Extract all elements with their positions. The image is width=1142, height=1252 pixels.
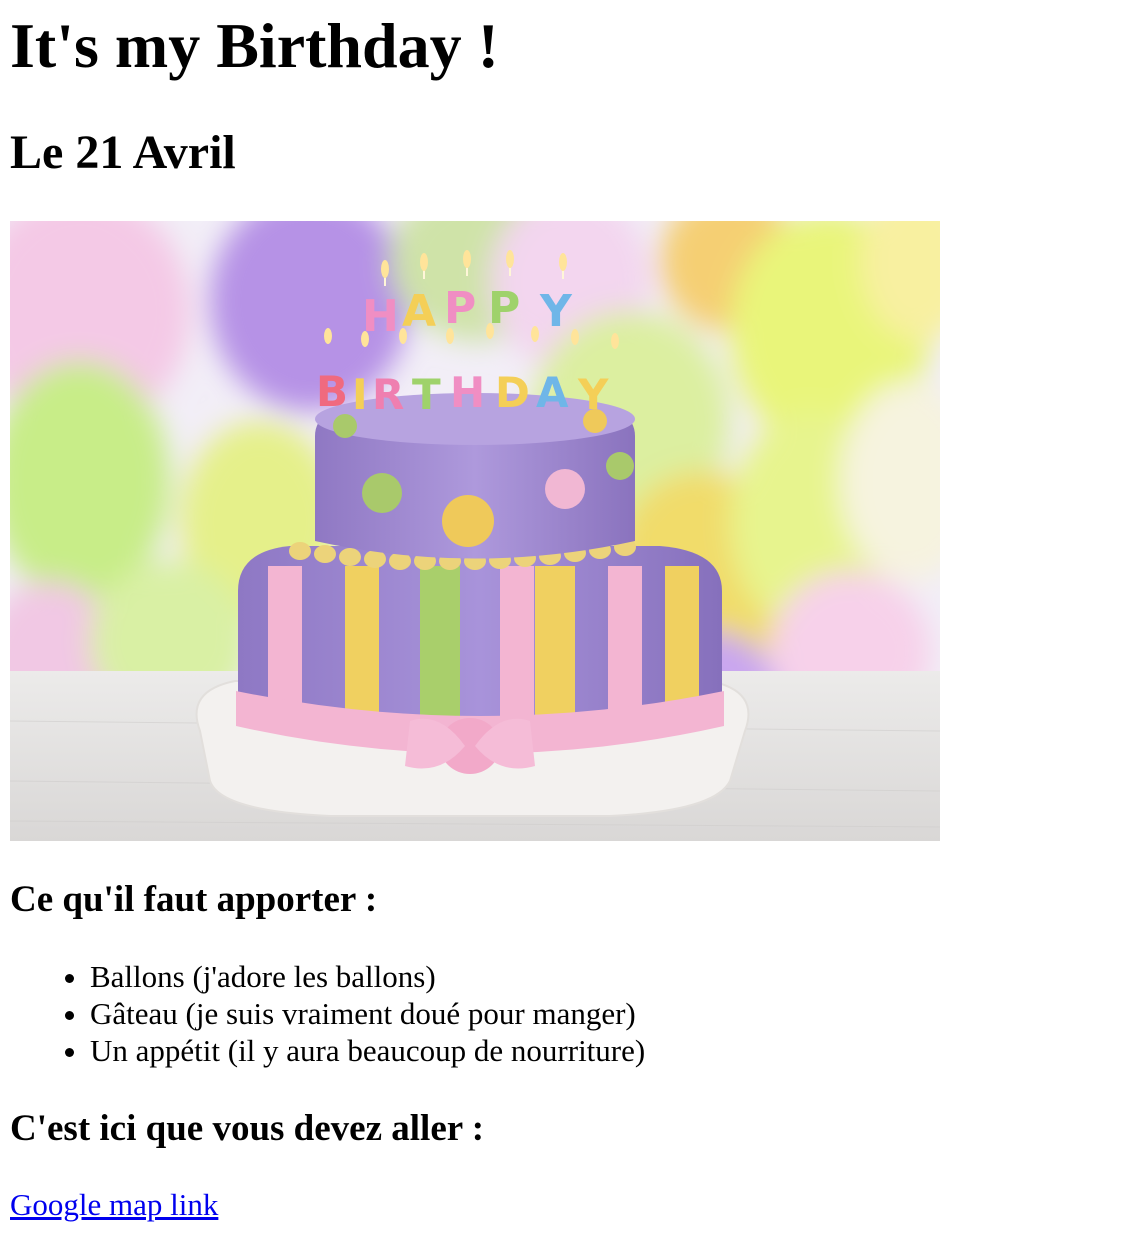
list-item: Un appétit (il y aura beaucoup de nourri… [90, 1032, 645, 1069]
list-item: Ballons (j'adore les ballons) [90, 958, 645, 995]
event-date: Le 21 Avril [10, 126, 236, 179]
svg-text:D: D [495, 368, 530, 417]
birthday-cake-image: H A P P Y B I R T H D A Y [10, 221, 940, 841]
svg-text:H: H [450, 368, 485, 417]
svg-text:Y: Y [539, 286, 573, 337]
svg-text:P: P [444, 283, 476, 334]
bring-heading: Ce qu'il faut apporter : [10, 879, 378, 920]
svg-text:B: B [316, 367, 348, 416]
google-map-link[interactable]: Google map link [10, 1186, 218, 1224]
svg-text:Y: Y [577, 370, 609, 419]
svg-text:A: A [536, 368, 569, 417]
list-item: Gâteau (je suis vraiment doué pour mange… [90, 995, 645, 1032]
page-title: It's my Birthday ! [10, 10, 499, 81]
bring-list: Ballons (j'adore les ballons) Gâteau (je… [10, 958, 645, 1069]
svg-text:R: R [372, 370, 404, 419]
svg-text:A: A [402, 286, 436, 337]
svg-text:T: T [412, 370, 441, 419]
location-heading: C'est ici que vous devez aller : [10, 1108, 485, 1149]
svg-text:I: I [352, 370, 368, 419]
